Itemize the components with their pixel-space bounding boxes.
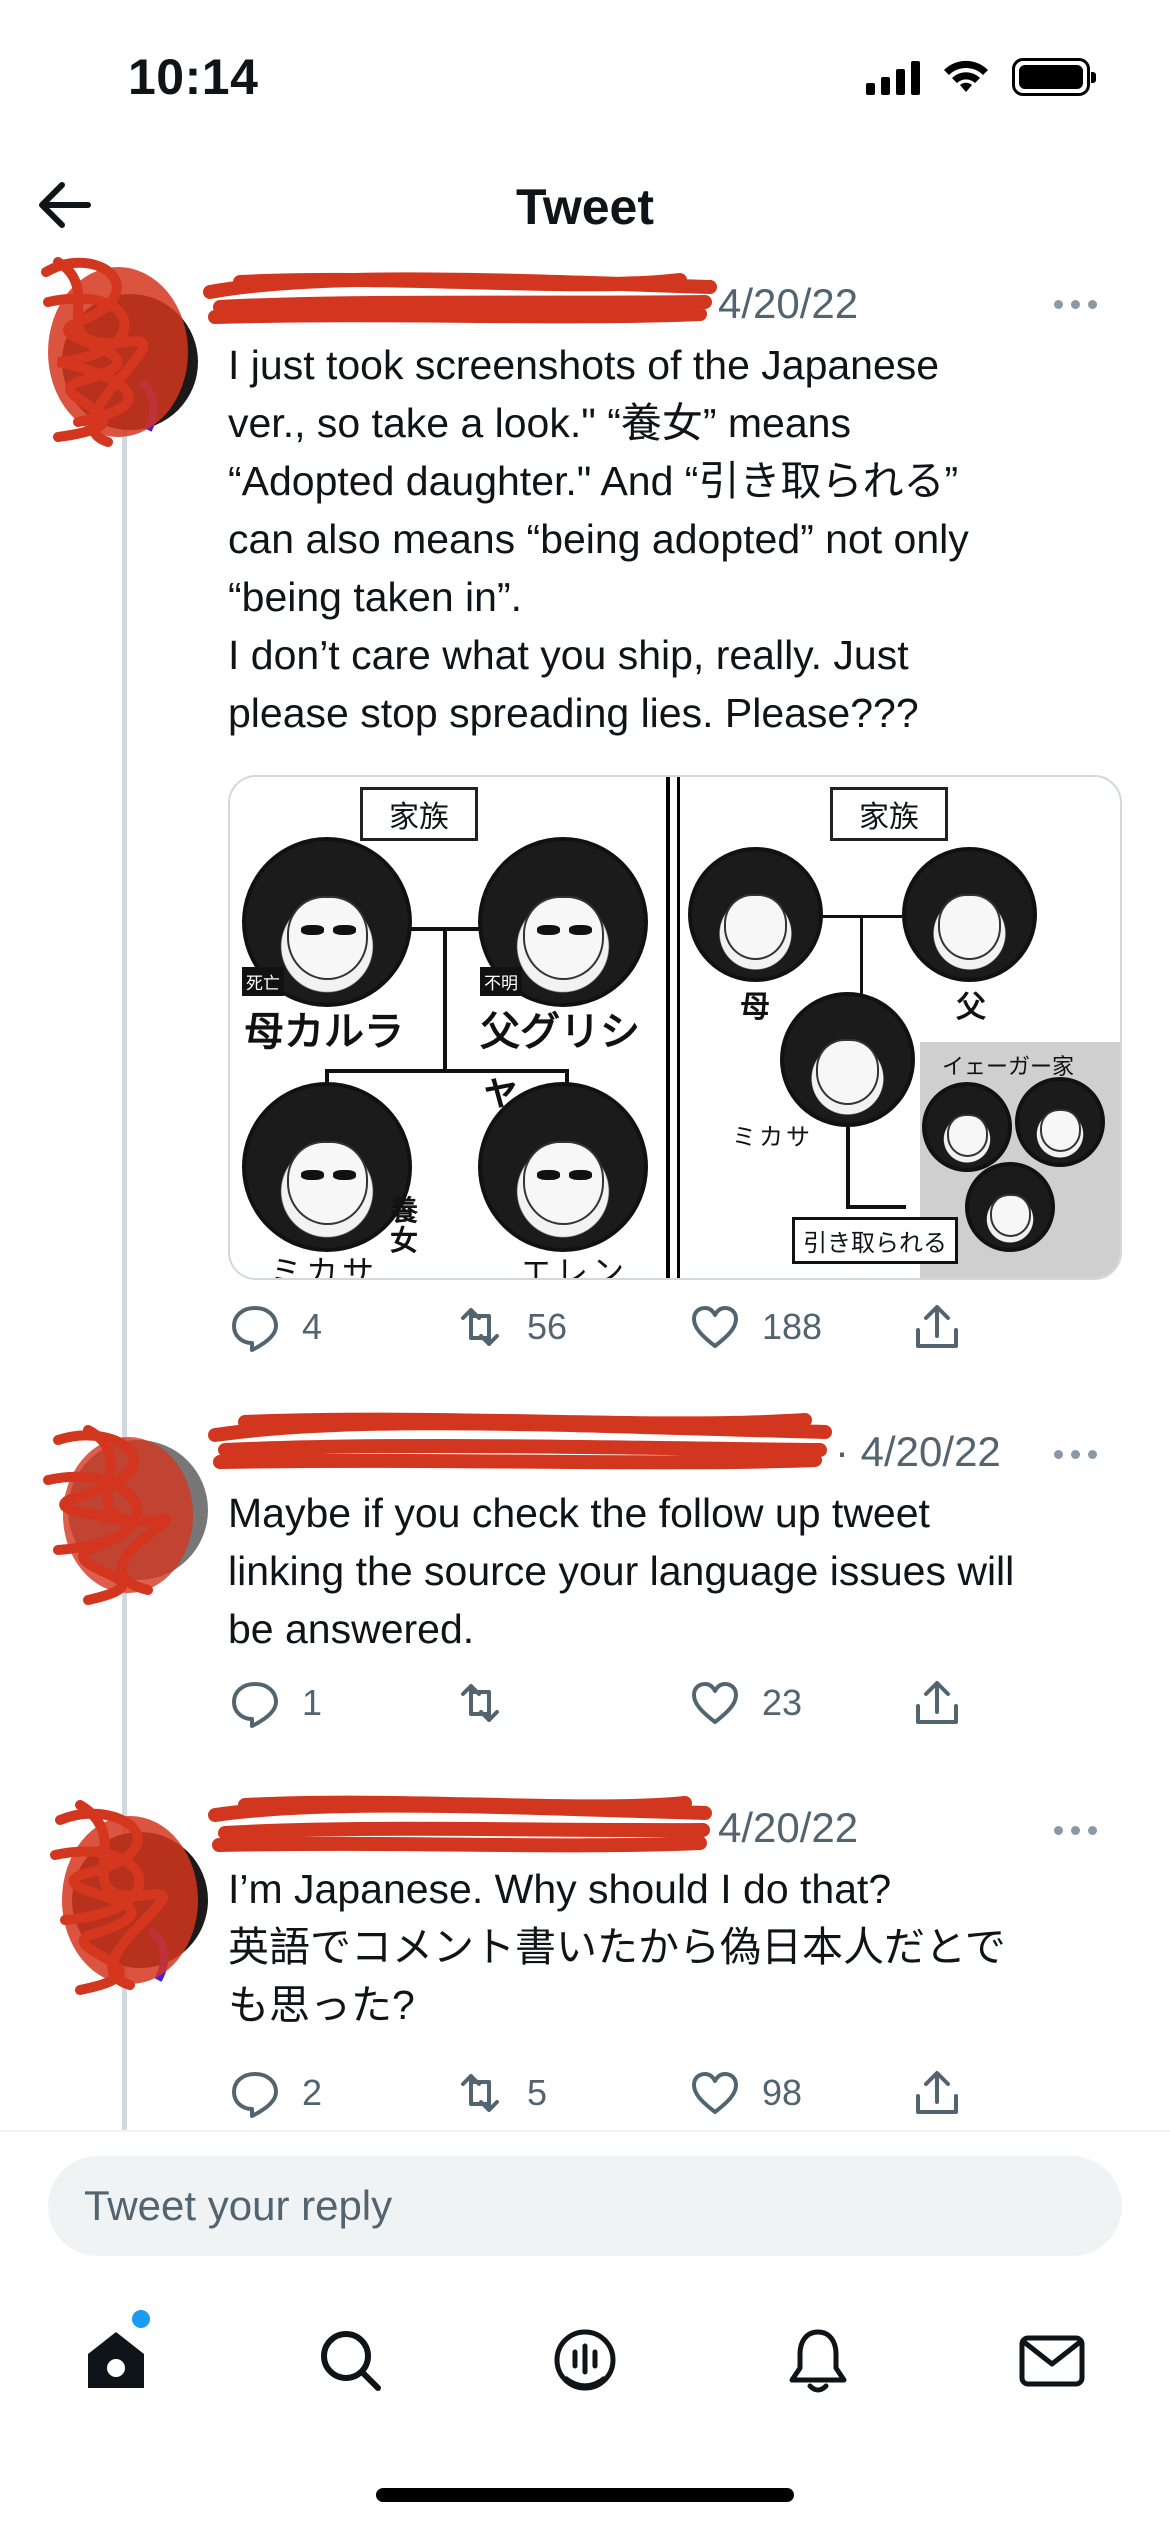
portrait-mother <box>688 847 823 982</box>
manga-panel-right: 家族 母 父 ミカサ イェーガー家 引き取られる <box>680 777 1120 1278</box>
manga-panel-left: 家族 死亡 母カルラ 不明 父グリシャ ミカサ 養女 エレン <box>230 777 670 1278</box>
reply-count: 1 <box>302 1682 323 1723</box>
messages-icon <box>1019 2335 1085 2387</box>
more-options-icon[interactable] <box>1054 294 1114 314</box>
tweet-date[interactable]: · 4/20/22 <box>835 1428 1001 1476</box>
avatar[interactable] <box>18 232 208 452</box>
tab-home[interactable] <box>76 2320 156 2400</box>
reply-icon <box>232 2072 278 2118</box>
heart-icon <box>692 1682 738 1724</box>
retweet-icon <box>461 1684 499 1722</box>
family-label: 家族 <box>360 787 478 841</box>
share-icon <box>916 2071 958 2114</box>
status-time: 10:14 <box>128 49 259 105</box>
taken-in-label: 引き取られる <box>792 1217 958 1264</box>
tab-spaces[interactable] <box>545 2320 625 2400</box>
portrait-eren <box>478 1082 648 1252</box>
tweet-text: I’m Japanese. Why should I do that? 英語でコ… <box>228 1866 1006 2028</box>
reply-input[interactable]: Tweet your reply <box>48 2156 1122 2256</box>
father-status-tag: 不明 <box>480 967 522 996</box>
spaces-icon <box>554 2329 616 2391</box>
mikasa-name: ミカサ <box>732 1125 813 1151</box>
tweet-text: Maybe if you check the follow up tweet l… <box>228 1490 1015 1652</box>
more-options-icon[interactable] <box>1054 1820 1114 1840</box>
divider <box>0 2130 1170 2132</box>
avatar[interactable] <box>28 1400 218 1610</box>
tab-notifications[interactable] <box>778 2320 858 2400</box>
home-indicator[interactable] <box>376 2488 794 2502</box>
like-button[interactable]: 23 <box>688 1676 802 1730</box>
tweet-text: I just took screenshots of the Japanese … <box>228 342 969 736</box>
reply-icon <box>232 1682 278 1728</box>
wifi-icon <box>944 60 988 92</box>
reply-icon <box>232 1306 278 1352</box>
father-name: 父 <box>956 991 986 1024</box>
share-button[interactable] <box>910 1300 964 1354</box>
heart-icon <box>692 1306 738 1348</box>
tab-search[interactable] <box>310 2320 390 2400</box>
search-icon <box>321 2331 381 2391</box>
eren-name: エレン <box>520 1254 629 1280</box>
notifications-icon <box>789 2329 847 2393</box>
share-button[interactable] <box>910 2066 964 2120</box>
tweet-actions: 4 56 188 <box>228 1300 1008 1360</box>
redacted-username <box>208 1795 712 1853</box>
retweet-count: 56 <box>527 1306 568 1347</box>
like-count: 188 <box>762 1306 823 1347</box>
reply-count: 4 <box>302 1306 323 1347</box>
tweet-date[interactable]: 4/20/22 <box>718 280 858 328</box>
heart-icon <box>692 2072 738 2114</box>
retweet-icon <box>461 2074 499 2112</box>
share-icon <box>916 1305 958 1348</box>
tweet-actions: 2 5 98 <box>228 2066 1008 2126</box>
like-button[interactable]: 188 <box>688 1300 822 1354</box>
mother-name: 母 <box>740 991 770 1024</box>
portrait-eren <box>965 1162 1055 1252</box>
avatar[interactable] <box>30 1780 220 2000</box>
new-content-indicator <box>132 2310 150 2328</box>
tweet-actions: 1 23 <box>228 1676 1008 1736</box>
like-count: 98 <box>762 2072 803 2113</box>
like-button[interactable]: 98 <box>688 2066 802 2120</box>
home-icon <box>88 2332 144 2388</box>
jaeger-family-label: イェーガー家 <box>942 1054 1075 1079</box>
tweet-date[interactable]: 4/20/22 <box>718 1804 858 1852</box>
reply-placeholder: Tweet your reply <box>84 2182 393 2229</box>
page-title: Tweet <box>516 179 654 235</box>
tab-messages[interactable] <box>1012 2320 1092 2400</box>
mother-name: 母カルラ <box>244 1009 404 1054</box>
tab-bar <box>0 2300 1170 2420</box>
reply-button[interactable]: 1 <box>228 1676 322 1730</box>
mikasa-name: ミカサ <box>270 1254 379 1280</box>
reply-button[interactable]: 4 <box>228 1300 322 1354</box>
mother-status-tag: 死亡 <box>242 967 284 996</box>
share-icon <box>916 1681 958 1724</box>
redacted-username <box>208 1412 832 1470</box>
retweet-button[interactable]: 56 <box>453 1300 567 1354</box>
status-bar: 10:14 <box>0 0 1170 150</box>
portrait-father <box>902 847 1037 982</box>
like-count: 23 <box>762 1682 803 1723</box>
retweet-icon <box>461 1308 499 1346</box>
more-options-icon[interactable] <box>1054 1444 1114 1464</box>
portrait-mikasa <box>780 992 915 1127</box>
tweet-media-image[interactable]: 家族 死亡 母カルラ 不明 父グリシャ ミカサ 養女 エレン 家族 母 父 ミカ… <box>228 775 1122 1280</box>
retweet-count: 5 <box>527 2072 548 2113</box>
portrait-carla <box>1015 1077 1105 1167</box>
family-label: 家族 <box>830 787 948 841</box>
retweet-button[interactable]: 5 <box>453 2066 547 2120</box>
share-button[interactable] <box>910 1676 964 1730</box>
portrait-grisha <box>922 1082 1012 1172</box>
portrait-mikasa <box>242 1082 412 1252</box>
redacted-username <box>203 272 717 324</box>
reply-button[interactable]: 2 <box>228 2066 322 2120</box>
battery-icon <box>1012 58 1096 96</box>
cellular-signal-icon <box>866 59 920 95</box>
adopted-daughter-note: 養女 <box>390 1196 419 1257</box>
retweet-button[interactable] <box>453 1676 527 1730</box>
status-icons <box>866 58 1096 96</box>
reply-count: 2 <box>302 2072 323 2113</box>
